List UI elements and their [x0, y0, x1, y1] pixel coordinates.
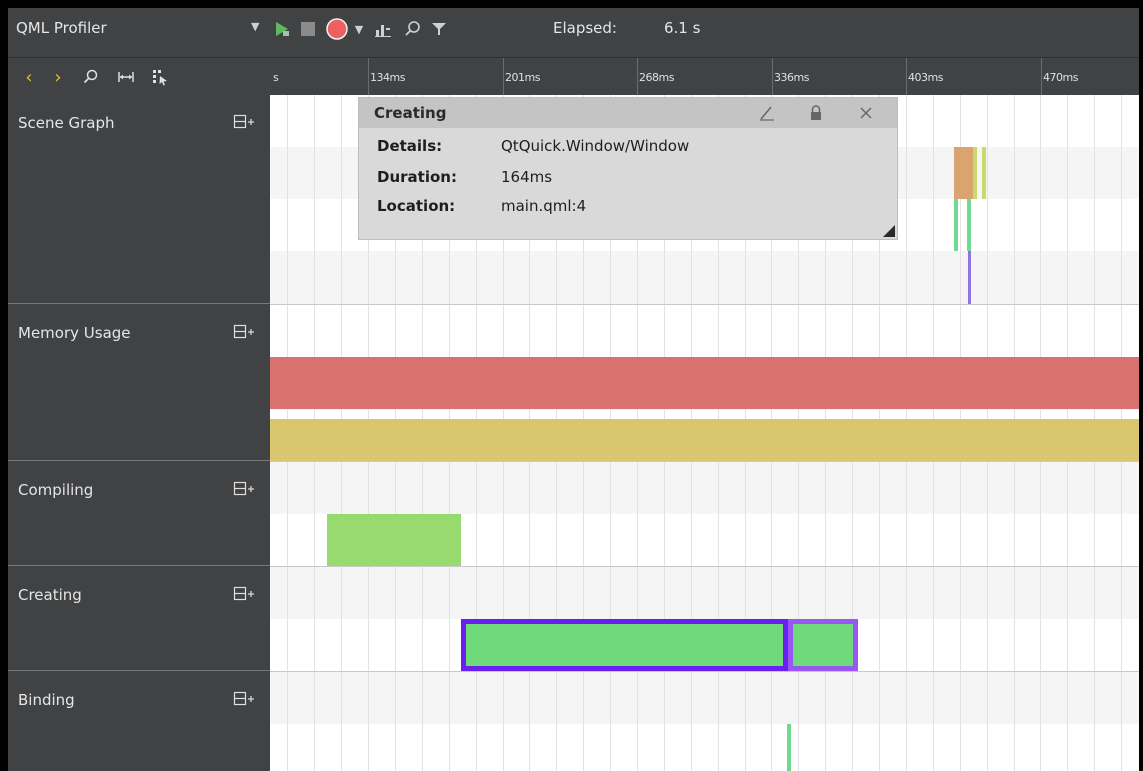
location-value: main.qml:4 — [501, 197, 587, 215]
category-separator — [270, 671, 1139, 672]
zoom-icon[interactable] — [81, 67, 101, 87]
event-details-popup[interactable]: Creating Details: QtQuick.Window/Window … — [358, 97, 898, 240]
ruler-tick-line — [503, 58, 504, 96]
play-icon[interactable] — [271, 18, 293, 40]
scene-graph-event[interactable] — [973, 147, 977, 199]
location-key: Location: — [377, 197, 456, 215]
category-compiling[interactable]: Compiling — [8, 462, 270, 566]
ruler-tick-label: 403ms — [908, 71, 943, 84]
duration-key: Duration: — [377, 168, 457, 186]
details-value: QtQuick.Window/Window — [501, 137, 690, 155]
elapsed-value: 6.1 s — [664, 19, 701, 37]
category-memory-usage[interactable]: Memory Usage — [8, 305, 270, 461]
binding-event[interactable] — [787, 724, 791, 771]
ruler-tick-line — [368, 58, 369, 96]
profiler-mode-selector[interactable]: QML Profiler — [16, 19, 107, 37]
chevron-down-icon[interactable]: ▼ — [251, 20, 259, 33]
ruler-tick-label: 336ms — [774, 71, 809, 84]
resize-grip-icon[interactable] — [883, 225, 895, 237]
ruler-tick-label: 201ms — [505, 71, 540, 84]
ruler-tick-line — [772, 58, 773, 96]
category-label: Compiling — [18, 481, 94, 499]
category-label: Creating — [18, 586, 82, 604]
timeline-row — [270, 462, 1139, 514]
memory-allocated-bar[interactable] — [270, 357, 1139, 409]
duration-value: 164ms — [501, 168, 553, 186]
scene-graph-event[interactable] — [954, 199, 958, 251]
range-icon[interactable] — [116, 67, 136, 87]
ruler-start-label: s — [273, 71, 279, 84]
chevron-left-icon[interactable]: ‹ — [19, 67, 39, 88]
category-separator — [270, 566, 1139, 567]
category-creating[interactable]: Creating — [8, 567, 270, 671]
timeline-row — [270, 567, 1139, 619]
search-icon[interactable] — [402, 18, 424, 40]
compiling-event[interactable] — [327, 514, 461, 566]
ruler-tick-label: 134ms — [370, 71, 405, 84]
timeline-row — [270, 251, 1139, 304]
expand-plus-icon[interactable] — [233, 584, 255, 604]
chevron-right-icon[interactable]: › — [48, 67, 68, 88]
category-separator — [270, 304, 1139, 305]
category-label: Memory Usage — [18, 324, 131, 342]
chevron-down-icon[interactable]: ▼ — [348, 18, 370, 40]
category-scene-graph[interactable]: Scene Graph — [8, 95, 270, 304]
category-label-column: Scene Graph Memory Usage Compiling Creat… — [8, 95, 270, 771]
stop-icon[interactable] — [297, 18, 319, 40]
ruler-tick-line — [1041, 58, 1042, 96]
expand-plus-icon[interactable] — [233, 689, 255, 709]
ruler-tick-line — [906, 58, 907, 96]
scene-graph-event[interactable] — [967, 199, 971, 251]
bar-chart-icon[interactable] — [372, 18, 394, 40]
scene-graph-event[interactable] — [968, 251, 971, 304]
elapsed-label: Elapsed: — [553, 19, 617, 37]
ruler-tick-line — [637, 58, 638, 96]
timeline-row — [270, 672, 1139, 724]
category-separator — [270, 461, 1139, 462]
category-label: Binding — [18, 691, 75, 709]
scene-graph-event[interactable] — [954, 147, 973, 199]
pen-icon[interactable] — [757, 103, 777, 123]
creating-event-selected[interactable] — [461, 619, 788, 671]
lock-icon[interactable] — [806, 103, 826, 123]
expand-plus-icon[interactable] — [233, 112, 255, 132]
timeline-nav-bar: ‹ › s 134ms 201ms 268ms 336ms 403ms 470ms — [8, 57, 1139, 96]
details-key: Details: — [377, 137, 443, 155]
expand-plus-icon[interactable] — [233, 322, 255, 342]
ruler-tick-label: 470ms — [1043, 71, 1078, 84]
popup-title: Creating — [374, 104, 447, 122]
record-icon[interactable] — [326, 18, 348, 40]
category-binding[interactable]: Binding — [8, 672, 270, 771]
select-range-icon[interactable] — [150, 67, 170, 87]
timeline-ruler[interactable]: s 134ms 201ms 268ms 336ms 403ms 470ms — [270, 58, 1139, 96]
category-label: Scene Graph — [18, 114, 115, 132]
popup-header: Creating — [359, 98, 897, 128]
close-icon[interactable] — [856, 103, 876, 123]
scene-graph-event[interactable] — [982, 147, 986, 199]
qml-profiler-window: QML Profiler ▼ ▼ Elapsed: 6.1 s ‹ › s 13… — [8, 8, 1139, 771]
filter-icon[interactable] — [428, 18, 450, 40]
ruler-tick-label: 268ms — [639, 71, 674, 84]
expand-plus-icon[interactable] — [233, 479, 255, 499]
memory-used-bar[interactable] — [270, 419, 1139, 461]
creating-event[interactable] — [788, 619, 858, 671]
main-toolbar: QML Profiler ▼ ▼ Elapsed: 6.1 s — [8, 8, 1139, 57]
